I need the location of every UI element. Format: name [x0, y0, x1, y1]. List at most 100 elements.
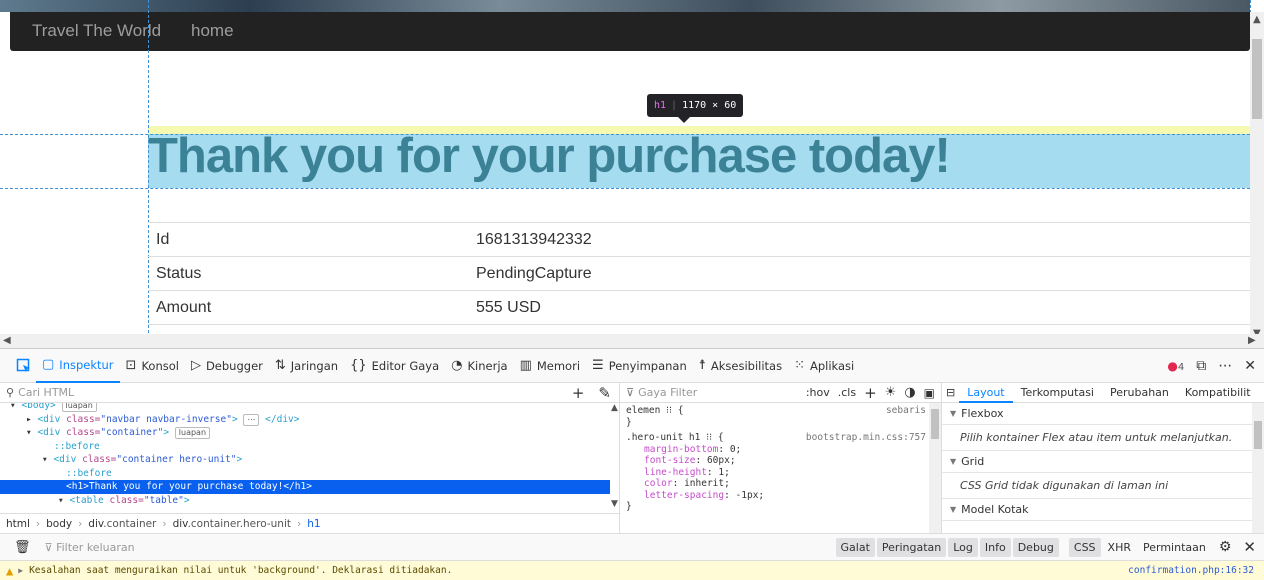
breadcrumb-item[interactable]: body: [46, 518, 72, 530]
css-declaration[interactable]: line-height: 1;: [626, 467, 926, 479]
markup-line-table[interactable]: ▾ <table class="table">: [10, 494, 610, 508]
filter-warnings[interactable]: Peringatan: [876, 537, 947, 557]
markup-line-h1-selected[interactable]: <h1>Thank you for your purchase today!</…: [0, 480, 610, 494]
prop-name[interactable]: font-size: [644, 455, 695, 466]
html-search-bar[interactable]: ⚲ Cari HTML + ✎: [0, 383, 619, 403]
error-count-badge[interactable]: ●4: [1167, 359, 1184, 373]
page-vertical-scrollbar[interactable]: ▲ ▼: [1250, 12, 1264, 344]
tab-jaringan[interactable]: ⇅ Jaringan: [269, 349, 344, 383]
prop-name[interactable]: color: [644, 478, 673, 489]
console-filter-input[interactable]: ⊽ Filter keluaran: [45, 541, 135, 554]
filter-xhr[interactable]: XHR: [1103, 538, 1136, 557]
css-declaration[interactable]: color: inherit;: [626, 478, 926, 490]
prop-value[interactable]: inherit;: [684, 478, 730, 489]
markup-line-navbar[interactable]: ▸ <div class="navbar navbar-inverse"> ⋯ …: [10, 413, 610, 427]
rules-scrollbar[interactable]: [929, 403, 941, 533]
expand-arrow-icon[interactable]: ▶: [18, 566, 23, 575]
filter-debug[interactable]: Debug: [1012, 537, 1059, 557]
page-horizontal-scrollbar[interactable]: ◀ ▶: [0, 334, 1264, 348]
node-attr-value: "container hero-unit": [116, 454, 237, 465]
row-value: 1681313942332: [468, 222, 1250, 257]
trash-icon[interactable]: 🗑: [14, 540, 31, 555]
tab-memori[interactable]: ▥ Memori: [514, 349, 586, 383]
markup-line-before[interactable]: ::before: [10, 467, 610, 481]
add-node-icon[interactable]: +: [572, 384, 585, 402]
more-options-icon[interactable]: ⋯: [1218, 358, 1232, 374]
tab-computed[interactable]: Terkomputasi: [1013, 386, 1102, 399]
eyedropper-icon[interactable]: ✎: [598, 384, 611, 402]
css-declaration[interactable]: letter-spacing: -1px;: [626, 490, 926, 502]
prop-value[interactable]: 60px;: [707, 455, 736, 466]
prop-name[interactable]: letter-spacing: [644, 490, 724, 501]
filter-info[interactable]: Info: [979, 537, 1011, 557]
grid-section-header[interactable]: ▼ Grid: [942, 451, 1264, 473]
element-picker-button[interactable]: [12, 356, 36, 376]
hover-state-toggle[interactable]: :hov: [806, 386, 830, 399]
css-declaration[interactable]: margin-bottom: 0;: [626, 444, 926, 456]
dock-icon[interactable]: ⧉: [1196, 358, 1206, 374]
class-toggle[interactable]: .cls: [838, 386, 856, 399]
markup-line-body[interactable]: ▾ <body> luapan: [10, 403, 610, 413]
layout-scrollbar[interactable]: [1252, 403, 1264, 533]
styles-filter-input[interactable]: Gaya Filter: [638, 386, 697, 399]
breadcrumb-item[interactable]: div.container: [88, 518, 156, 530]
prop-value[interactable]: -1px;: [736, 490, 765, 501]
prop-name[interactable]: line-height: [644, 467, 707, 478]
page-scroll-thumb[interactable]: [1252, 39, 1262, 119]
toggle-sidebar-icon[interactable]: ⊟: [942, 386, 959, 399]
filter-css[interactable]: CSS: [1068, 537, 1101, 557]
filter-errors[interactable]: Galat: [835, 537, 875, 557]
tab-inspektur[interactable]: ▢ Inspektur: [36, 349, 120, 383]
filter-logs[interactable]: Log: [948, 537, 978, 557]
print-media-icon[interactable]: ▣: [924, 386, 935, 400]
add-rule-icon[interactable]: +: [864, 384, 877, 402]
scroll-up-arrow-icon[interactable]: ▲: [611, 403, 618, 413]
tab-konsol[interactable]: ⊡ Konsol: [120, 349, 185, 383]
overflow-badge[interactable]: luapan: [174, 427, 211, 439]
node-tag: >: [231, 413, 238, 425]
html-search-input[interactable]: Cari HTML: [18, 386, 74, 399]
markup-line-hero-unit[interactable]: ▾ <div class="container hero-unit">: [10, 453, 610, 467]
navbar-brand-link[interactable]: Travel The World: [32, 21, 161, 41]
breadcrumb-class: .container.hero-unit: [187, 517, 291, 530]
scroll-left-arrow-icon[interactable]: ◀: [3, 335, 11, 347]
console-message-location[interactable]: confirmation.php:16:32: [1128, 565, 1254, 576]
tab-penyimpanan[interactable]: ☰ Penyimpanan: [586, 349, 693, 383]
dark-theme-icon[interactable]: ◑: [904, 385, 915, 400]
layout-scroll-thumb[interactable]: [1254, 421, 1262, 449]
navbar-home-link[interactable]: home: [191, 21, 234, 41]
scroll-right-arrow-icon[interactable]: ▶: [1248, 335, 1256, 347]
light-theme-icon[interactable]: ☀: [885, 385, 897, 400]
rule-source-link[interactable]: bootstrap.min.css:757: [806, 432, 926, 444]
css-declaration[interactable]: font-size: 60px;: [626, 455, 926, 467]
markup-scrollbar[interactable]: ▲ ▼: [610, 403, 620, 513]
close-devtools-icon[interactable]: ✕: [1244, 358, 1256, 374]
box-model-section-header[interactable]: ▼ Model Kotak: [942, 499, 1264, 521]
breadcrumb-item[interactable]: div.container.hero-unit: [173, 518, 291, 530]
tab-aksesibilitas[interactable]: ☨ Aksesibilitas: [693, 349, 788, 383]
markup-line-before[interactable]: ::before: [10, 440, 610, 454]
collapsed-badge[interactable]: ⋯: [243, 413, 260, 426]
tab-layout[interactable]: Layout: [959, 383, 1013, 403]
tab-changes[interactable]: Perubahan: [1102, 386, 1177, 399]
tab-editor-gaya[interactable]: {} Editor Gaya: [344, 349, 445, 383]
tab-aplikasi[interactable]: ⁙ Aplikasi: [788, 349, 860, 383]
markup-line-container[interactable]: ▾ <div class="container"> luapan: [10, 426, 610, 440]
overflow-badge[interactable]: luapan: [61, 403, 97, 412]
console-message-warning[interactable]: ▲ ▶ Kesalahan saat menguraikan nilai unt…: [0, 561, 1264, 580]
breadcrumb-item[interactable]: h1: [307, 518, 320, 530]
prop-value[interactable]: 1;: [718, 467, 729, 478]
flexbox-section-header[interactable]: ▼ Flexbox: [942, 403, 1264, 425]
prop-name[interactable]: margin-bottom: [644, 444, 718, 455]
scroll-down-arrow-icon[interactable]: ▼: [611, 499, 618, 509]
close-console-icon[interactable]: ✕: [1243, 538, 1256, 556]
tab-kinerja[interactable]: ◔ Kinerja: [445, 349, 513, 383]
tab-debugger[interactable]: ▷ Debugger: [185, 349, 269, 383]
tab-compatibility[interactable]: Kompatibilit: [1177, 386, 1259, 399]
scroll-up-arrow-icon[interactable]: ▲: [1253, 14, 1261, 26]
rules-scroll-thumb[interactable]: [931, 409, 939, 439]
prop-value[interactable]: 0;: [730, 444, 741, 455]
breadcrumb-item[interactable]: html: [6, 518, 30, 530]
gear-icon[interactable]: ⚙: [1219, 539, 1232, 555]
filter-requests[interactable]: Permintaan: [1138, 538, 1211, 557]
